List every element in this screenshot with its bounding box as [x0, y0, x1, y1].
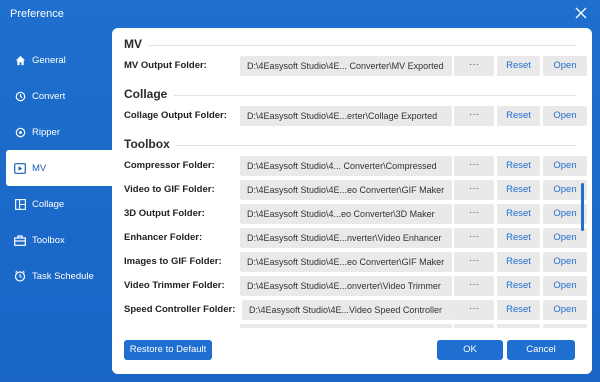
browse-button[interactable]: ··· [454, 156, 494, 176]
folder-path-field[interactable]: D:\4Easysoft Studio\4E...erter\Collage E… [240, 106, 452, 126]
folder-label: Video Trimmer Folder: [124, 280, 225, 291]
folder-label: Images to GIF Folder: [124, 256, 222, 267]
folder-path-field[interactable]: D:\4Easysoft Studio\4E...Video Speed Con… [242, 300, 454, 320]
browse-button[interactable]: ··· [454, 228, 494, 248]
open-button[interactable]: Open [543, 56, 587, 76]
sidebar-item-label: Task Schedule [32, 270, 94, 282]
browse-button[interactable]: ··· [454, 300, 494, 320]
open-button[interactable]: Open [543, 276, 587, 296]
settings-panel: MV MV Output Folder: D:\4Easysoft Studio… [112, 28, 592, 374]
browse-button[interactable]: ··· [454, 56, 494, 76]
section-title-collage: Collage [124, 87, 168, 101]
cancel-button[interactable]: Cancel [507, 340, 575, 360]
section-divider [176, 145, 576, 146]
folder-row-video-trimmer: Video Trimmer Folder: D:\4Easysoft Studi… [124, 276, 587, 296]
open-button[interactable]: Open [543, 300, 587, 320]
ok-button[interactable]: OK [437, 340, 503, 360]
reset-button[interactable]: Reset [497, 156, 540, 176]
folder-label: Collage Output Folder: [124, 110, 227, 121]
browse-button[interactable]: ··· [454, 204, 494, 224]
sidebar-item-label: MV [32, 162, 47, 174]
sidebar-item-collage[interactable]: Collage [0, 186, 112, 222]
section-title-toolbox: Toolbox [124, 137, 170, 151]
convert-icon [14, 90, 26, 102]
section-title-mv: MV [124, 37, 142, 51]
folder-row-mv-output: MV Output Folder: D:\4Easysoft Studio\4E… [124, 56, 587, 76]
open-button[interactable]: Open [543, 106, 587, 126]
folder-path-field[interactable]: D:\4Easysoft Studio\4E...onverter\Video … [240, 276, 452, 296]
mv-icon [14, 162, 26, 174]
close-icon[interactable] [574, 6, 588, 20]
reset-button[interactable]: Reset [497, 106, 540, 126]
browse-button[interactable]: ··· [454, 252, 494, 272]
folder-row-collage-output: Collage Output Folder: D:\4Easysoft Stud… [124, 106, 587, 126]
reset-button[interactable]: Reset [497, 204, 540, 224]
sidebar-item-toolbox[interactable]: Toolbox [0, 222, 112, 258]
folder-row-3d-output: 3D Output Folder: D:\4Easysoft Studio\4.… [124, 204, 587, 224]
folder-path-field[interactable]: D:\4Easysoft Studio\4E...nverter\Video E… [240, 228, 452, 248]
folder-row-speed-controller: Speed Controller Folder: D:\4Easysoft St… [124, 300, 587, 320]
folder-label: Speed Controller Folder: [124, 304, 236, 315]
sidebar-item-mv[interactable]: MV [6, 150, 112, 186]
sidebar: General Convert Ripper MV Collage Toolbo… [0, 42, 112, 294]
open-button[interactable]: Open [543, 252, 587, 272]
reset-button[interactable]: Reset [497, 276, 540, 296]
toolbox-icon [14, 234, 26, 246]
folder-label: 3D Output Folder: [124, 208, 205, 219]
sidebar-item-general[interactable]: General [0, 42, 112, 78]
folder-label: Compressor Folder: [124, 160, 215, 171]
section-divider [148, 45, 576, 46]
folder-row-video-to-gif: Video to GIF Folder: D:\4Easysoft Studio… [124, 180, 587, 200]
restore-default-button[interactable]: Restore to Default [124, 340, 212, 360]
sidebar-item-task-schedule[interactable]: Task Schedule [0, 258, 112, 294]
reset-button[interactable]: Reset [497, 180, 540, 200]
home-icon [14, 54, 26, 66]
collage-icon [14, 198, 26, 210]
folder-label: MV Output Folder: [124, 60, 207, 71]
folder-path-field[interactable]: D:\4Easysoft Studio\4...eo Converter\3D … [240, 204, 452, 224]
reset-button[interactable]: Reset [497, 56, 540, 76]
browse-button[interactable]: ··· [454, 276, 494, 296]
folder-path-field[interactable]: D:\4Easysoft Studio\4E...eo Converter\GI… [240, 252, 452, 272]
sidebar-item-label: Ripper [32, 126, 60, 138]
browse-button[interactable]: ··· [454, 106, 494, 126]
browse-button[interactable]: ··· [454, 180, 494, 200]
folder-row-compressor: Compressor Folder: D:\4Easysoft Studio\4… [124, 156, 587, 176]
folder-path-field[interactable]: D:\4Easysoft Studio\4E...eo Converter\GI… [240, 180, 452, 200]
section-divider [174, 95, 576, 96]
open-button[interactable]: Open [543, 228, 587, 248]
sidebar-item-label: Collage [32, 198, 65, 210]
reset-button[interactable]: Reset [497, 300, 540, 320]
sidebar-item-label: Toolbox [32, 234, 65, 246]
reset-button[interactable]: Reset [497, 252, 540, 272]
title-bar: Preference [0, 0, 600, 28]
settings-scroll-area[interactable]: MV MV Output Folder: D:\4Easysoft Studio… [112, 28, 592, 328]
open-button[interactable]: Open [543, 156, 587, 176]
preference-window: Preference General Convert Ripper MV Col… [0, 0, 600, 382]
folder-path-field[interactable]: D:\4Easysoft Studio\4E... Converter\MV E… [240, 56, 452, 76]
vertical-scrollbar[interactable] [581, 183, 584, 231]
folder-label: Video to GIF Folder: [124, 184, 215, 195]
reset-button[interactable]: Reset [497, 228, 540, 248]
folder-label: Enhancer Folder: [124, 232, 203, 243]
sidebar-item-label: Convert [32, 90, 66, 102]
ripper-icon [14, 126, 26, 138]
sidebar-item-label: General [32, 54, 66, 66]
folder-row-images-to-gif: Images to GIF Folder: D:\4Easysoft Studi… [124, 252, 587, 272]
folder-row-enhancer: Enhancer Folder: D:\4Easysoft Studio\4E.… [124, 228, 587, 248]
sidebar-item-ripper[interactable]: Ripper [0, 114, 112, 150]
dialog-footer: Restore to Default OK Cancel [112, 328, 592, 374]
sidebar-item-convert[interactable]: Convert [0, 78, 112, 114]
folder-path-field[interactable]: D:\4Easysoft Studio\4... Converter\Compr… [240, 156, 452, 176]
window-title: Preference [10, 8, 64, 20]
clock-icon [14, 270, 26, 282]
